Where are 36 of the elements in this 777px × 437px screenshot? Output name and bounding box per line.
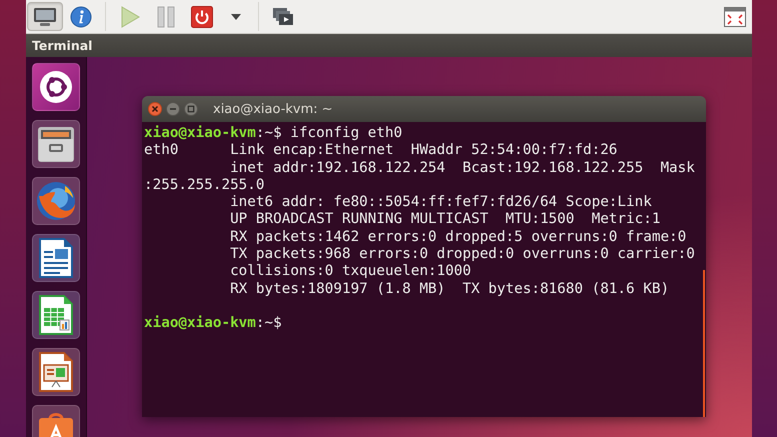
maximize-button[interactable]: [184, 102, 198, 116]
output-line: eth0 Link encap:Ethernet HWaddr 52:54:00:f7:fd:26: [144, 142, 618, 160]
launcher-item[interactable]: [32, 63, 80, 111]
play-icon: [120, 6, 140, 28]
launcher-item[interactable]: [32, 120, 80, 168]
console-title: Terminal: [32, 38, 92, 53]
console-button[interactable]: [27, 2, 63, 31]
pause-icon: [157, 6, 175, 28]
globe-icon: [35, 180, 77, 222]
power-icon: [191, 6, 213, 28]
logo-icon: [39, 70, 73, 104]
caret-icon: [231, 14, 241, 20]
output-line: RX bytes:1809197 (1.8 MB) TX bytes:81680 (81.6 KB): [229, 280, 670, 298]
fullscreen-icon: [724, 6, 746, 26]
drawer-icon: [36, 124, 76, 164]
output-line: :255.255.255.0: [144, 176, 265, 194]
document-icon: [38, 237, 74, 279]
output-line: inet6 addr: fe80::5054:ff:fef7:fd26/64 Scope:Link: [229, 194, 652, 212]
spreadsheet-icon: [38, 294, 74, 336]
info-icon: [70, 6, 92, 28]
output-line: collisions:0 txqueuelen:1000: [229, 263, 472, 281]
close-button[interactable]: [148, 102, 162, 116]
launcher-item[interactable]: [32, 234, 80, 282]
output-line: UP BROADCAST RUNNING MULTICAST MTU:1500 Metric:1: [229, 211, 660, 229]
launcher-item[interactable]: [32, 348, 80, 396]
command-line: xiao@xiao-kvm:~$: [144, 315, 282, 333]
monitor-icon: [33, 6, 57, 28]
output-line: RX packets:1462 errors:0 dropped:5 overruns:0 frame:0: [229, 228, 686, 246]
window-title: xiao@xiao-kvm: ~: [213, 102, 333, 116]
output-line: inet addr:192.168.122.254 Bcast:192.168.122.255 Mask: [229, 160, 695, 177]
presentation-icon: [38, 351, 74, 393]
screens-icon: [272, 6, 294, 26]
command-line: xiao@xiao-kvm:~$ ifconfig eth0: [144, 125, 402, 142]
launcher-item[interactable]: [32, 291, 80, 339]
output-line: TX packets:968 errors:0 dropped:0 overruns:0 carrier:0: [229, 246, 695, 264]
minimize-button[interactable]: [166, 102, 180, 116]
